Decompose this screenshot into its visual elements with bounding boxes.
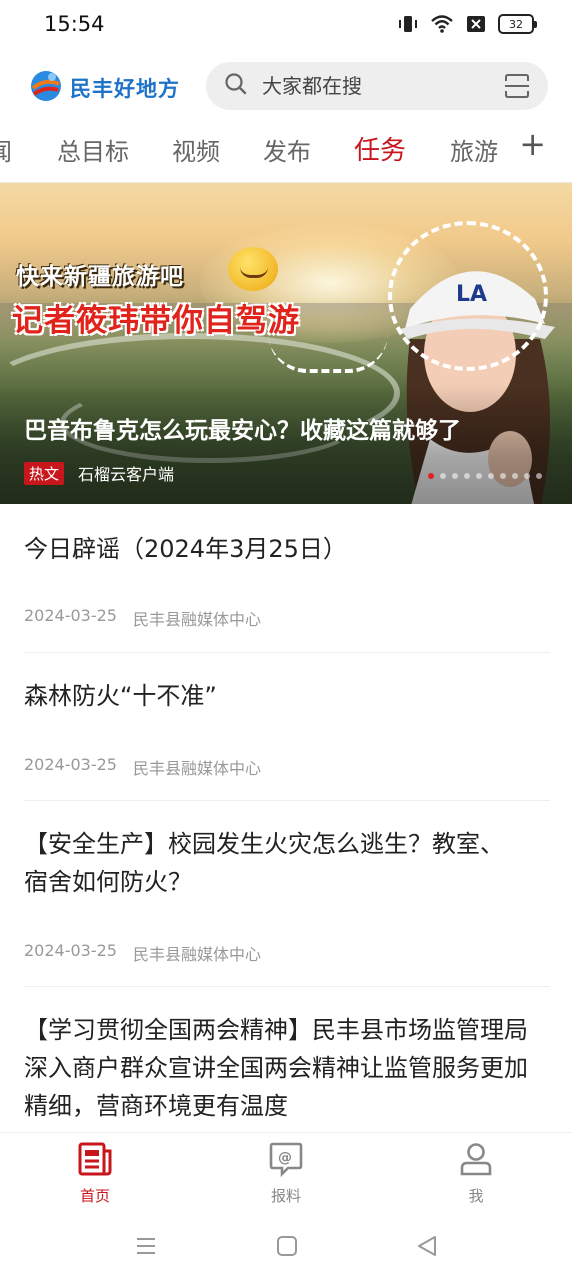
top-bar: 民丰好地方 [0, 58, 572, 114]
news-title: 今日辟谣（2024年3月25日） [24, 535, 347, 563]
news-date: 2024-03-25 [24, 941, 117, 960]
news-date: 2024-03-25 [24, 755, 117, 774]
carousel-dots [428, 473, 542, 479]
news-title: 【学习贯彻全国两会精神】民丰县市场监管理局深入商户群众宣讲全国两会精神让监管服务… [24, 1016, 528, 1120]
add-channel-button[interactable]: + [519, 128, 546, 160]
channel-tabs: 闻 总目标 视频 发布 任务 旅游 + [0, 124, 572, 174]
tab-general-goal[interactable]: 总目标 [57, 132, 129, 167]
banner-overlay-line2: 记者筱玮带你自驾游 [12, 303, 300, 339]
news-date: 2024-03-25 [24, 606, 117, 625]
news-source: 民丰县融媒体中心 [132, 610, 261, 629]
search-input[interactable] [262, 74, 492, 98]
news-title: 【安全生产】校园发生火灾怎么逃生？教室、宿舍如何防火？ [24, 830, 504, 896]
wifi-icon [430, 14, 454, 34]
news-meta: 2024-03-25 民丰县融媒体中心 [24, 941, 261, 965]
nav-report-label: 报料 [270, 1187, 301, 1205]
news-source: 民丰县融媒体中心 [132, 759, 261, 778]
news-item[interactable]: 今日辟谣（2024年3月25日） 2024-03-25 民丰县融媒体中心 [24, 504, 550, 653]
app-logo[interactable]: 民丰好地方 [28, 68, 180, 108]
carousel-dot[interactable] [464, 473, 470, 479]
search-bar[interactable] [206, 62, 548, 110]
news-item[interactable]: 森林防火“十不准” 2024-03-25 民丰县融媒体中心 [24, 653, 550, 801]
carousel-dot[interactable] [488, 473, 494, 479]
dashed-circle [388, 221, 548, 371]
bottom-nav: 首页 @ 报料 我 [0, 1132, 572, 1216]
news-meta: 2024-03-25 民丰县融媒体中心 [24, 606, 261, 630]
nav-me-label: 我 [468, 1187, 484, 1205]
banner-overlay-line1: 快来新疆旅游吧 [16, 264, 184, 290]
carousel-dot[interactable] [440, 473, 446, 479]
vibrate-icon [398, 14, 418, 34]
app-name: 民丰好地方 [70, 77, 180, 101]
menu-icon[interactable] [134, 1234, 158, 1262]
home-icon[interactable] [275, 1234, 299, 1262]
carousel-dot[interactable] [476, 473, 482, 479]
sim-off-icon [466, 14, 486, 34]
status-time: 15:54 [44, 12, 105, 36]
logo-icon [28, 68, 64, 108]
news-title: 森林防火“十不准” [24, 682, 217, 710]
nav-report[interactable]: @ 报料 [236, 1141, 336, 1206]
report-chat-icon: @ [268, 1141, 304, 1181]
status-icons: 32 [398, 14, 537, 34]
news-item[interactable]: 【安全生产】校园发生火灾怎么逃生？教室、宿舍如何防火？ 2024-03-25 民… [24, 801, 550, 987]
banner-source: 石榴云客户端 [78, 465, 175, 484]
tab-task[interactable]: 任务 [354, 130, 406, 167]
search-icon [224, 72, 248, 100]
svg-text:@: @ [278, 1150, 292, 1166]
smiley-icon [228, 247, 278, 291]
carousel-dot[interactable] [536, 473, 542, 479]
tab-video[interactable]: 视频 [172, 132, 220, 167]
back-icon[interactable] [415, 1234, 439, 1262]
tab-publish[interactable]: 发布 [263, 132, 311, 167]
news-source: 民丰县融媒体中心 [132, 945, 261, 964]
nav-me[interactable]: 我 [426, 1141, 526, 1206]
carousel-dot[interactable] [500, 473, 506, 479]
status-bar: 15:54 32 [0, 0, 572, 52]
carousel-dot[interactable] [428, 473, 434, 479]
nav-home[interactable]: 首页 [45, 1141, 145, 1206]
news-item[interactable]: 【学习贯彻全国两会精神】民丰县市场监管理局深入商户群众宣讲全国两会精神让监管服务… [24, 987, 550, 1147]
battery-icon: 32 [498, 14, 537, 34]
carousel-dot[interactable] [524, 473, 530, 479]
user-icon [458, 1141, 494, 1181]
carousel-dot[interactable] [512, 473, 518, 479]
news-meta: 2024-03-25 民丰县融媒体中心 [24, 755, 261, 779]
banner-title[interactable]: 巴音布鲁克怎么玩最安心？收藏这篇就够了 [24, 411, 461, 445]
tab-tourism[interactable]: 旅游 [450, 132, 498, 167]
hot-badge: 热文 [24, 461, 65, 485]
scan-icon[interactable] [504, 73, 530, 103]
carousel-dot[interactable] [452, 473, 458, 479]
news-icon [77, 1141, 113, 1181]
nav-home-label: 首页 [79, 1187, 110, 1205]
banner-meta: 热文 石榴云客户端 [24, 461, 174, 485]
tab-news[interactable]: 闻 [0, 132, 12, 167]
system-nav-bar [0, 1216, 572, 1280]
banner-carousel[interactable]: 快来新疆旅游吧 记者筱玮带你自驾游 LA 巴音布鲁克怎么玩最安心？收藏这篇就够了… [0, 183, 572, 504]
